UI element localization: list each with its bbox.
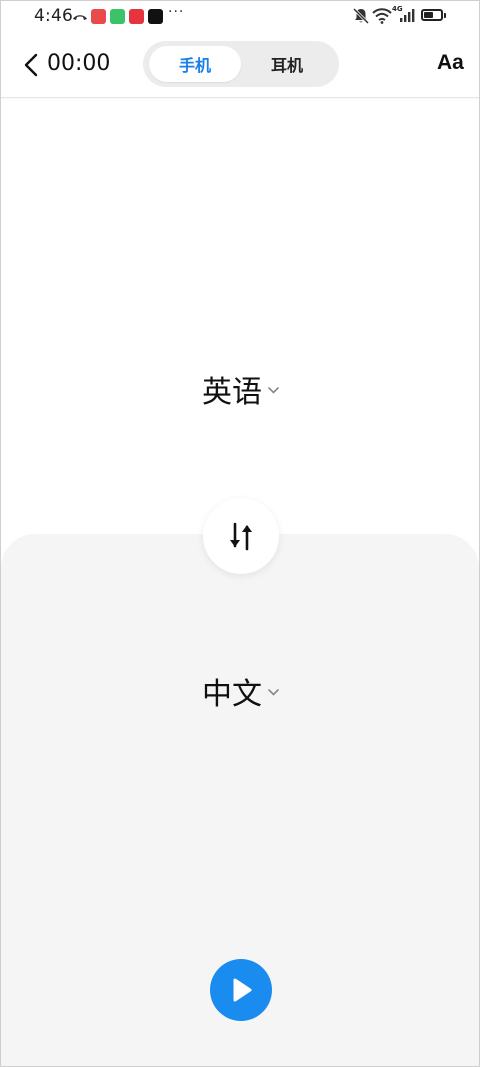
- target-language-label: 中文: [202, 677, 262, 712]
- swap-languages-button[interactable]: [203, 498, 279, 574]
- swap-arrows-icon: [230, 522, 252, 551]
- battery-tip: [444, 13, 446, 18]
- chevron-down-icon: [268, 386, 279, 394]
- notification-app-icon: [110, 9, 125, 24]
- status-bar: 4:46 ··· 4G: [1, 1, 479, 33]
- notification-app-icon: [129, 9, 144, 24]
- status-time: 4:46: [34, 6, 73, 26]
- start-button[interactable]: [210, 959, 272, 1021]
- top-bar: 00:00 手机 耳机 Aa: [1, 33, 479, 98]
- battery-level: [424, 12, 433, 18]
- more-notifications-icon: ···: [168, 4, 185, 20]
- battery-icon: [421, 9, 443, 21]
- font-size-button[interactable]: Aa: [437, 51, 464, 75]
- tab-phone[interactable]: 手机: [149, 46, 241, 82]
- session-timer: 00:00: [47, 51, 111, 76]
- target-language-selector[interactable]: 中文: [202, 669, 279, 713]
- chevron-down-icon: [268, 688, 279, 696]
- back-arrow-icon: [24, 53, 38, 77]
- tab-earphone[interactable]: 耳机: [241, 46, 333, 82]
- mute-icon: [352, 7, 370, 25]
- signal-icon: [400, 9, 415, 22]
- wifi-icon: [372, 8, 392, 24]
- notification-app-icon: [91, 9, 106, 24]
- notification-app-icon: [148, 9, 163, 24]
- back-button[interactable]: [19, 50, 43, 80]
- call-icon: [73, 15, 87, 20]
- app-screen: 4:46 ··· 4G 00:00 手机 耳机 Aa 英语 中文: [0, 0, 480, 1067]
- play-icon: [233, 978, 252, 1002]
- source-language-label: 英语: [202, 375, 262, 410]
- source-language-selector[interactable]: 英语: [202, 367, 279, 411]
- device-mode-toggle: 手机 耳机: [143, 41, 339, 87]
